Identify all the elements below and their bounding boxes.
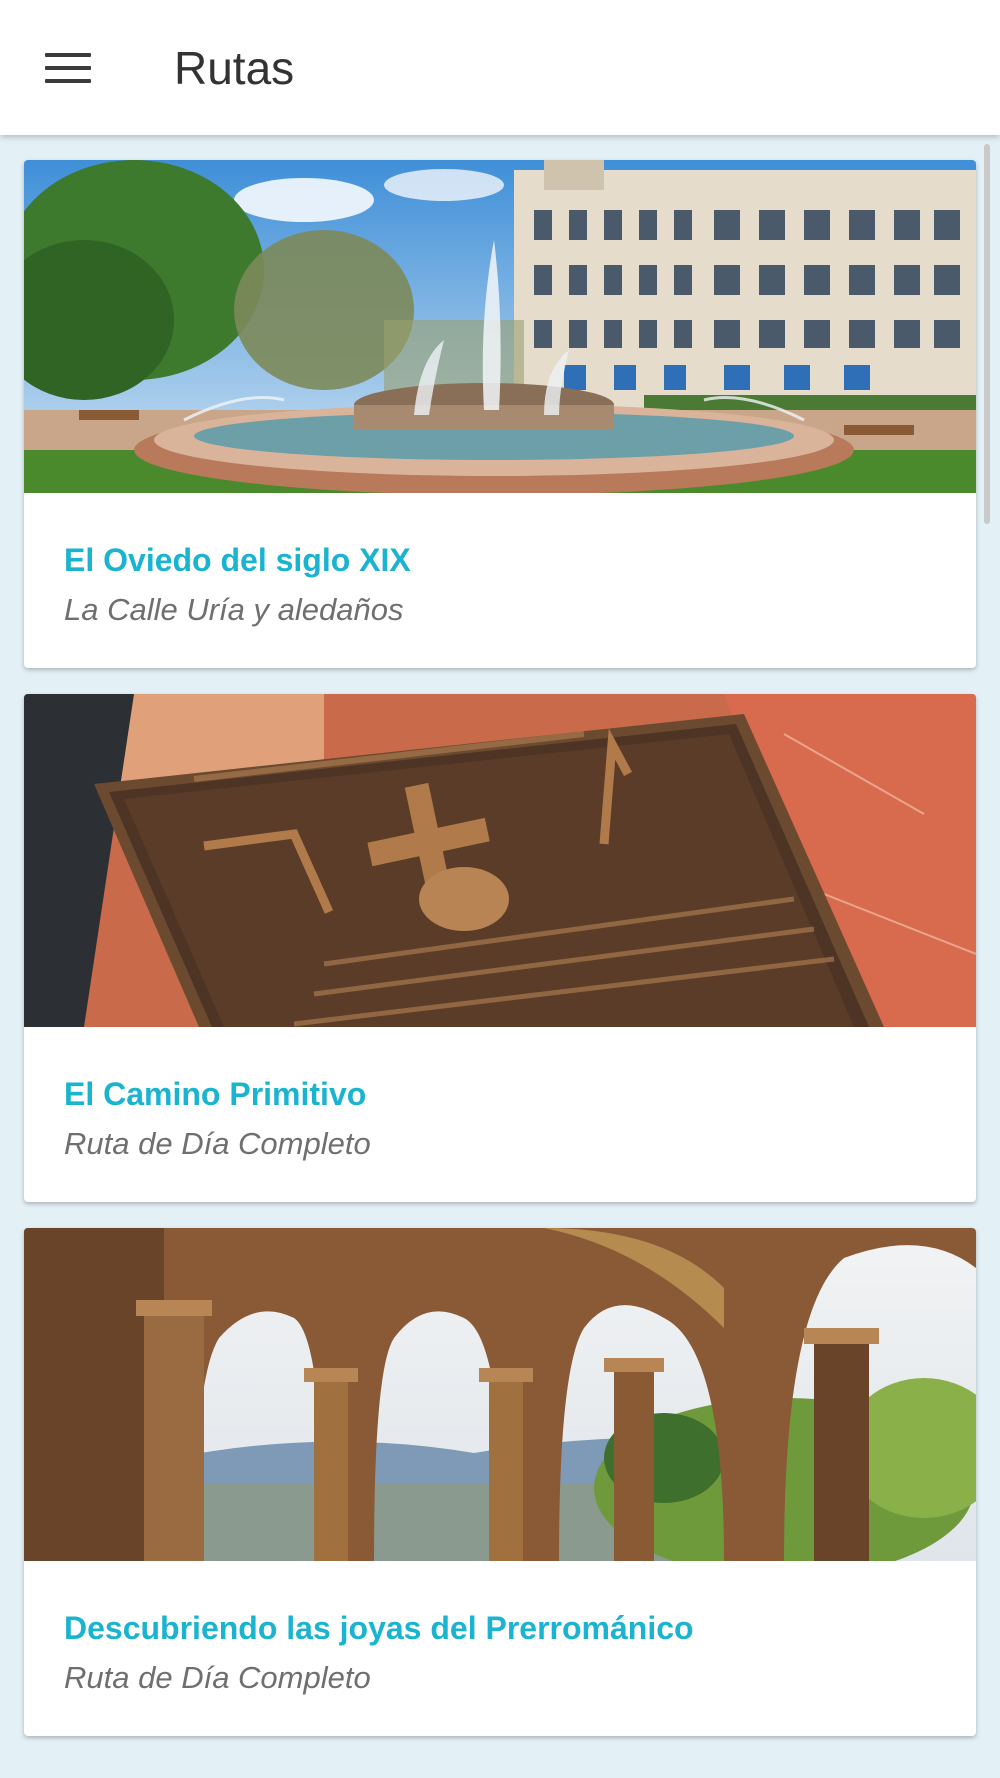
app-bar: Rutas bbox=[0, 0, 1000, 135]
route-card-body: El Camino Primitivo Ruta de Día Completo bbox=[64, 1027, 936, 1163]
hamburger-menu-icon[interactable] bbox=[45, 53, 91, 83]
route-title: El Oviedo del siglo XIX bbox=[64, 542, 411, 578]
route-card[interactable]: El Oviedo del siglo XIX La Calle Uría y … bbox=[24, 160, 976, 668]
route-image-plaque bbox=[24, 694, 976, 1027]
route-card-body: El Oviedo del siglo XIX La Calle Uría y … bbox=[64, 493, 936, 629]
page-title: Rutas bbox=[174, 42, 295, 94]
route-card[interactable]: El Camino Primitivo Ruta de Día Completo bbox=[24, 694, 976, 1202]
route-image-arches bbox=[24, 1228, 976, 1561]
route-image-fountain bbox=[24, 160, 976, 493]
route-card-body: Descubriendo las joyas del Prerrománico … bbox=[64, 1561, 936, 1697]
menu-button[interactable] bbox=[30, 32, 106, 104]
route-subtitle: Ruta de Día Completo bbox=[64, 1660, 371, 1695]
route-card[interactable]: Descubriendo las joyas del Prerrománico … bbox=[24, 1228, 976, 1736]
scrollbar[interactable] bbox=[984, 144, 990, 524]
route-subtitle: Ruta de Día Completo bbox=[64, 1126, 371, 1161]
route-title: El Camino Primitivo bbox=[64, 1076, 367, 1112]
route-list: El Oviedo del siglo XIX La Calle Uría y … bbox=[24, 160, 976, 1762]
route-subtitle: La Calle Uría y aledaños bbox=[64, 592, 404, 627]
route-title: Descubriendo las joyas del Prerrománico bbox=[64, 1610, 694, 1646]
